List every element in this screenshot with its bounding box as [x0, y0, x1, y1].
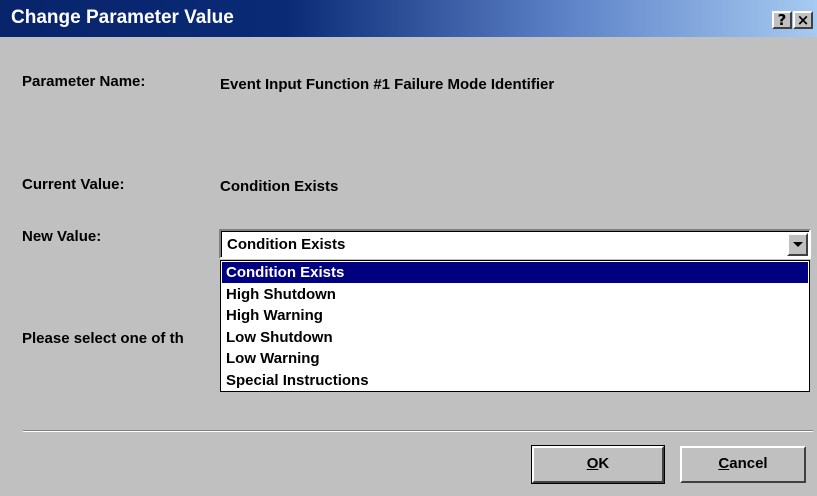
parameter-name-value: Event Input Function #1 Failure Mode Ide…: [220, 76, 555, 93]
chevron-down-icon: [793, 242, 803, 247]
dropdown-option[interactable]: High Warning: [222, 305, 808, 326]
prompt-text: Please select one of th: [22, 330, 184, 347]
parameter-name-label: Parameter Name:: [22, 73, 146, 90]
title-bar[interactable]: Change Parameter Value ? ×: [0, 0, 817, 37]
help-icon: ?: [777, 11, 787, 29]
close-icon: ×: [796, 11, 810, 29]
new-value-selected: Condition Exists: [227, 236, 346, 253]
current-value-label: Current Value:: [22, 176, 125, 193]
dropdown-option[interactable]: Low Shutdown: [222, 327, 808, 348]
window-title: Change Parameter Value: [11, 7, 234, 28]
cancel-mnemonic: C: [718, 455, 730, 472]
help-button[interactable]: ?: [772, 11, 792, 29]
new-value-label: New Value:: [22, 228, 102, 245]
ok-button[interactable]: OK: [531, 445, 665, 484]
ok-label-rest: K: [598, 455, 610, 472]
dropdown-option[interactable]: Condition Exists: [222, 262, 808, 283]
ok-mnemonic: O: [586, 455, 599, 472]
separator-highlight: [23, 431, 813, 432]
dropdown-option[interactable]: Special Instructions: [222, 370, 808, 391]
dropdown-arrow-button[interactable]: [787, 233, 808, 256]
cancel-label-rest: ancel: [729, 455, 768, 472]
current-value: Condition Exists: [220, 178, 339, 195]
dropdown-option[interactable]: Low Warning: [222, 348, 808, 369]
dropdown-option[interactable]: High Shutdown: [222, 284, 808, 305]
new-value-select[interactable]: Condition Exists: [219, 229, 811, 259]
cancel-button[interactable]: Cancel: [680, 446, 806, 483]
close-button[interactable]: ×: [793, 11, 813, 29]
dropdown-list[interactable]: Condition Exists High Shutdown High Warn…: [220, 260, 810, 392]
